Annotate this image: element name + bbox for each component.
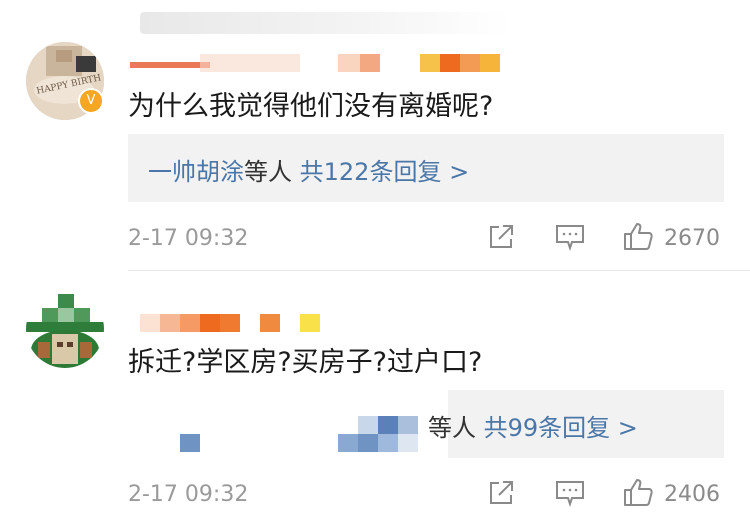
comment-text: 拆迁?学区房?买房子?过户口?	[128, 347, 483, 378]
share-icon[interactable]	[486, 478, 516, 512]
verified-badge-icon: V	[78, 88, 104, 114]
comment-icon[interactable]	[554, 478, 586, 512]
comment-timestamp: 2-17 09:32	[128, 482, 249, 507]
comment-timestamp: 2-17 09:32	[128, 226, 249, 251]
reply-names[interactable]: 一帅胡涂	[148, 158, 244, 186]
like-icon[interactable]	[622, 476, 654, 512]
comment-icon[interactable]	[554, 222, 586, 256]
user-avatar[interactable]	[26, 290, 104, 368]
comment-divider	[128, 270, 750, 271]
reply-summary[interactable]: 一帅胡涂等人 共122条回复 >	[128, 134, 724, 202]
reply-connector: 等人	[428, 414, 476, 442]
username-mosaic[interactable]	[130, 52, 510, 74]
reply-summary[interactable]: 等人 共99条回复 >	[128, 390, 724, 458]
like-count: 2406	[664, 482, 720, 507]
reply-count-link[interactable]: 共122条回复 >	[300, 158, 470, 186]
share-icon[interactable]	[486, 222, 516, 256]
like-count: 2670	[664, 226, 720, 251]
comment-text: 为什么我觉得他们没有离婚呢?	[128, 91, 494, 122]
reply-connector: 等人	[244, 158, 292, 186]
blurred-top-bar	[140, 12, 510, 34]
like-icon[interactable]	[622, 220, 654, 256]
reply-count-link[interactable]: 共99条回复 >	[484, 414, 638, 442]
username-mosaic[interactable]	[140, 314, 340, 334]
avatar-image	[26, 290, 104, 368]
